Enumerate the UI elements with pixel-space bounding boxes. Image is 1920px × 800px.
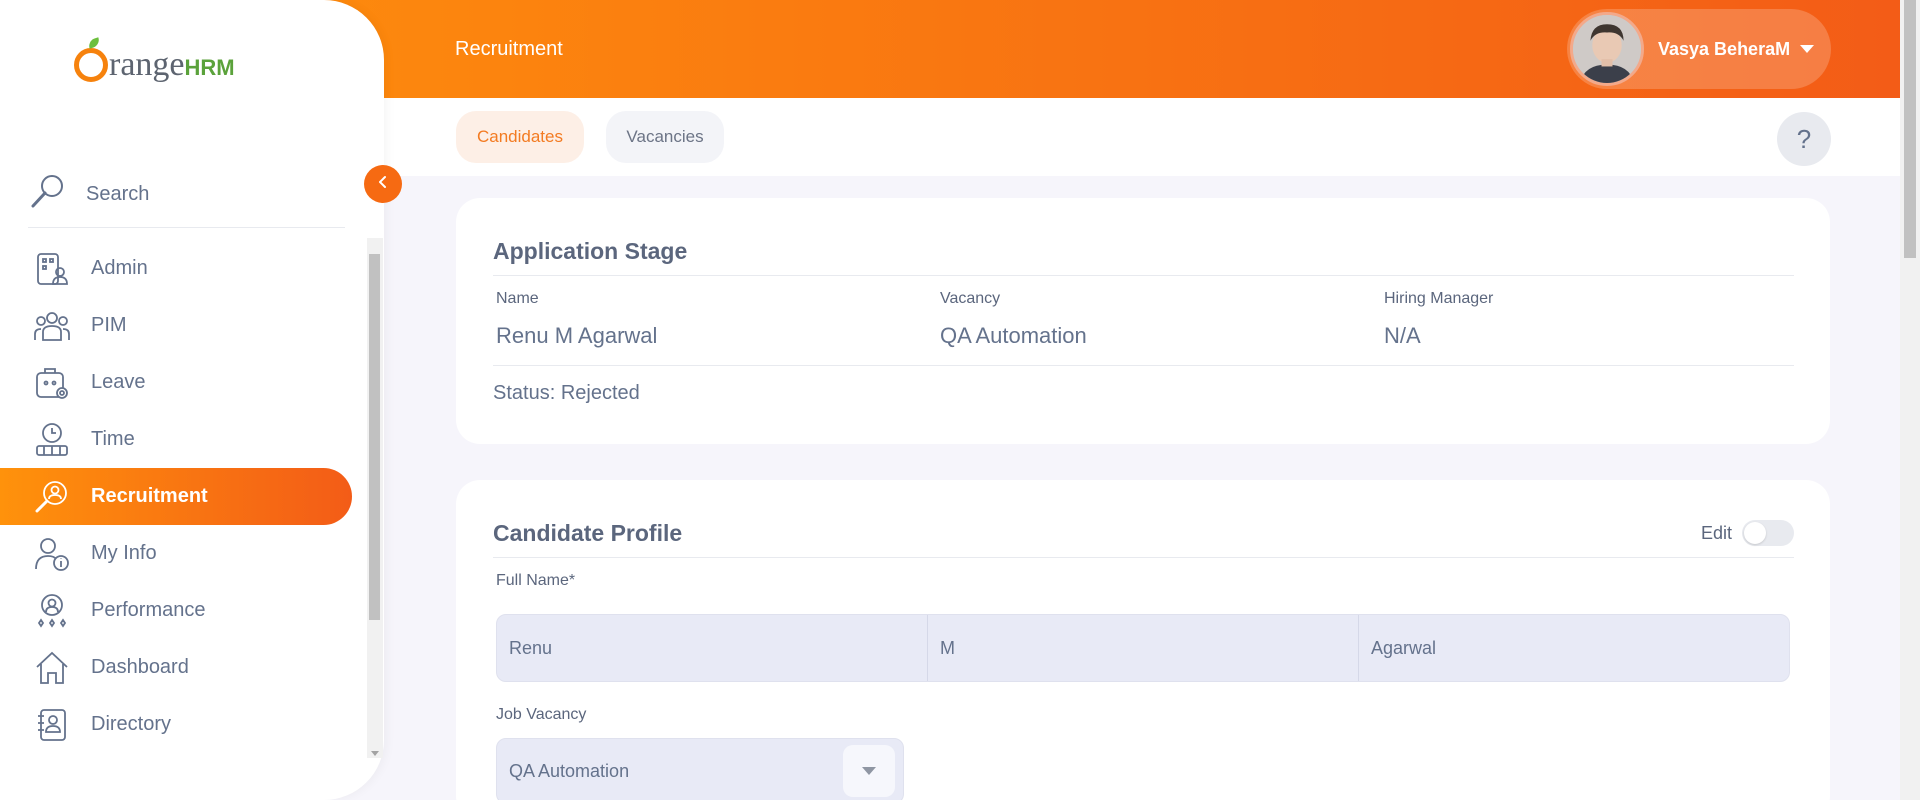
leave-icon xyxy=(33,364,71,402)
sidebar-item-recruitment[interactable]: Recruitment xyxy=(0,468,352,525)
sidebar-item-performance[interactable]: Performance xyxy=(0,582,352,639)
time-icon xyxy=(33,421,71,459)
candidate-profile-card: Candidate Profile Edit Full Name* Renu M… xyxy=(456,480,1830,800)
chevron-down-icon xyxy=(862,767,876,775)
user-dropdown[interactable]: Vasya BeheraM xyxy=(1567,9,1831,89)
admin-icon xyxy=(33,250,71,288)
divider xyxy=(493,275,1794,276)
hiring-manager-label: Hiring Manager xyxy=(1384,290,1494,307)
candidate-profile-title: Candidate Profile xyxy=(493,520,683,546)
sidebar-item-admin[interactable]: Admin xyxy=(0,240,352,297)
sidebar-item-label: Dashboard xyxy=(91,656,189,678)
caret-down-icon xyxy=(1800,45,1815,53)
vacancy-value: QA Automation xyxy=(940,323,1087,348)
sidebar-item-directory[interactable]: Directory xyxy=(0,696,352,753)
user-name: Vasya BeheraM xyxy=(1658,38,1791,59)
sidebar-item-label: Directory xyxy=(91,713,172,735)
chevron-left-icon xyxy=(376,175,390,194)
status-text: Status: Rejected xyxy=(493,382,640,404)
sidebar-item-label: Performance xyxy=(91,599,206,621)
sidebar-item-my-info[interactable]: My Info xyxy=(0,525,352,582)
divider xyxy=(493,557,1794,558)
full-name-label: Full Name* xyxy=(496,572,576,589)
tab-candidates[interactable]: Candidates xyxy=(456,111,584,163)
sidebar-item-time[interactable]: Time xyxy=(0,411,352,468)
pim-icon xyxy=(33,307,71,345)
sidebar: range HRM Search Admin PIM Leave Time Re… xyxy=(0,0,384,800)
application-stage-card: Application Stage Name Renu M Agarwal Va… xyxy=(456,198,1830,444)
sidebar-item-pim[interactable]: PIM xyxy=(0,297,352,354)
full-name-group: Renu M Agarwal xyxy=(496,614,1790,682)
job-vacancy-label: Job Vacancy xyxy=(496,706,587,723)
edit-label: Edit xyxy=(1700,522,1732,543)
name-label: Name xyxy=(496,290,539,307)
sidebar-item-label: PIM xyxy=(91,314,127,336)
sidebar-item-label: My Info xyxy=(91,542,157,564)
toggle-knob xyxy=(1744,522,1766,544)
sidebar-item-label: Time xyxy=(91,428,135,450)
sidebar-search[interactable]: Search xyxy=(28,162,345,228)
dropdown-button[interactable] xyxy=(843,745,895,797)
job-vacancy-select[interactable]: QA Automation xyxy=(496,738,904,800)
divider xyxy=(493,365,1794,366)
sidebar-item-leave[interactable]: Leave xyxy=(0,354,352,411)
page-scrollbar[interactable] xyxy=(1900,0,1920,800)
page-scrollbar-thumb[interactable] xyxy=(1904,0,1916,258)
hiring-manager-value: N/A xyxy=(1384,323,1421,348)
search-icon xyxy=(28,173,66,216)
middle-name-field[interactable]: M xyxy=(928,615,1359,681)
module-title: Recruitment xyxy=(455,38,563,60)
help-button[interactable]: ? xyxy=(1777,112,1831,166)
sidebar-item-dashboard[interactable]: Dashboard xyxy=(0,639,352,696)
my-info-icon xyxy=(33,535,71,573)
candidate-name-value: Renu M Agarwal xyxy=(496,323,658,348)
application-stage-title: Application Stage xyxy=(493,238,688,264)
sidebar-item-label: Admin xyxy=(91,257,148,279)
last-name-field[interactable]: Agarwal xyxy=(1359,615,1789,681)
orangehrm-logo[interactable]: range HRM xyxy=(74,48,235,82)
job-vacancy-value: QA Automation xyxy=(509,760,630,781)
recruitment-icon xyxy=(33,478,71,516)
directory-icon xyxy=(33,706,71,744)
search-label: Search xyxy=(86,183,150,205)
sidebar-scrollbar[interactable] xyxy=(367,238,383,758)
first-name-field[interactable]: Renu xyxy=(497,615,928,681)
vacancy-label: Vacancy xyxy=(940,290,1001,307)
sidebar-item-label: Recruitment xyxy=(91,485,208,507)
logo-orange-icon xyxy=(74,48,108,82)
dashboard-icon xyxy=(33,649,71,687)
scroll-down-arrow-icon[interactable] xyxy=(371,751,379,756)
edit-toggle-group: Edit xyxy=(1701,520,1794,546)
tab-vacancies[interactable]: Vacancies xyxy=(606,111,724,163)
edit-toggle[interactable] xyxy=(1742,520,1794,546)
user-avatar xyxy=(1570,12,1644,86)
sidebar-scrollbar-thumb[interactable] xyxy=(369,254,380,620)
collapse-sidebar-button[interactable] xyxy=(364,165,402,203)
sidebar-item-label: Leave xyxy=(91,371,146,393)
sidebar-nav: Admin PIM Leave Time Recruitment My Info… xyxy=(0,240,352,753)
performance-icon xyxy=(33,592,71,630)
sub-navigation: Candidates Vacancies ? xyxy=(384,98,1900,176)
